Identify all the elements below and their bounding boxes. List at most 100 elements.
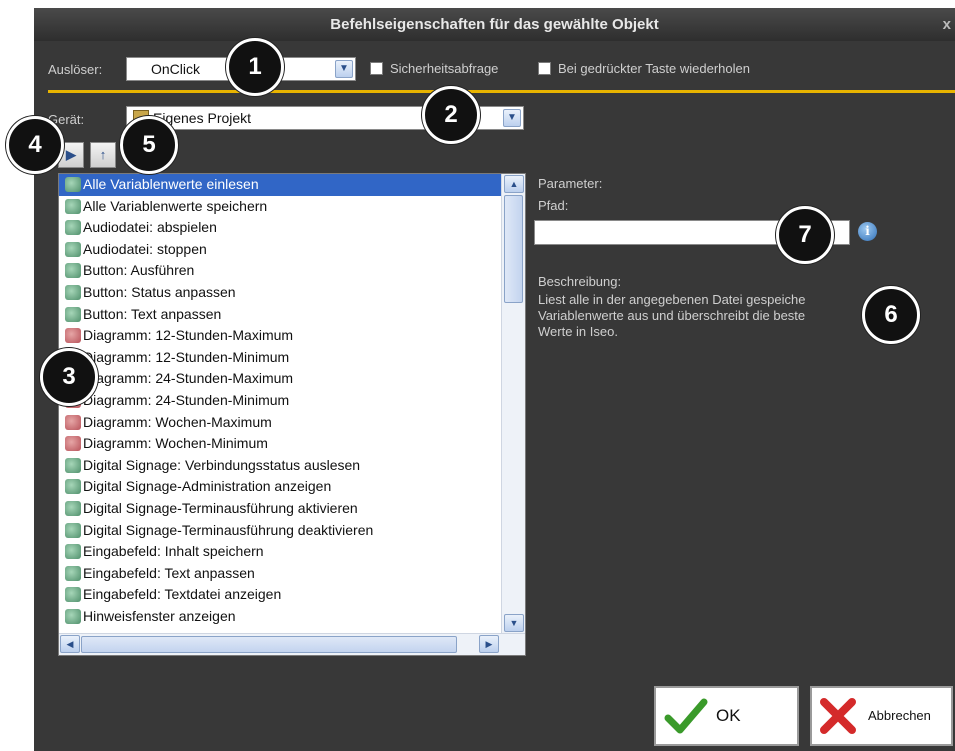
vertical-scrollbar[interactable]: ▲ ▼ xyxy=(501,174,525,633)
list-item[interactable]: Hinweisfenster anzeigen xyxy=(59,606,502,628)
repeat-on-hold-label: Bei gedrückter Taste wiederholen xyxy=(558,61,750,76)
list-item[interactable]: Digital Signage-Terminausführung deaktiv… xyxy=(59,520,502,542)
title-bar: Befehlseigenschaften für das gewählte Ob… xyxy=(34,8,955,41)
list-item-label: Alle Variablenwerte einlesen xyxy=(83,176,259,192)
diagram-command-icon xyxy=(65,328,81,344)
list-item[interactable]: Diagramm: 24-Stunden-Minimum xyxy=(59,390,502,412)
list-item-label: Digital Signage: Verbindungsstatus ausle… xyxy=(83,456,361,473)
callout-6: 6 xyxy=(862,286,920,344)
play-icon: ▶ xyxy=(66,147,76,162)
repeat-on-hold-checkbox[interactable] xyxy=(538,62,551,75)
list-item[interactable]: Audiodatei: stoppen xyxy=(59,239,502,261)
diagram-command-icon xyxy=(65,414,81,430)
ok-button[interactable]: OK xyxy=(654,686,799,746)
command-icon xyxy=(65,284,81,300)
list-item[interactable]: Digital Signage-Terminausführung aktivie… xyxy=(59,498,502,520)
callout-5: 5 xyxy=(120,116,178,174)
list-item-label: Diagramm: 24-Stunden-Minimum xyxy=(83,391,290,408)
callout-2: 2 xyxy=(422,86,480,144)
cancel-button[interactable]: Abbrechen xyxy=(810,686,953,746)
close-icon[interactable]: x xyxy=(943,8,951,41)
callout-7: 7 xyxy=(776,206,834,264)
sort-button[interactable]: ↑ xyxy=(90,142,116,168)
list-item[interactable]: Alle Variablenwerte speichern xyxy=(59,196,502,218)
list-item[interactable]: Diagramm: Wochen-Minimum xyxy=(59,433,502,455)
description-text: Liest alle in der angegebenen Datei gesp… xyxy=(538,292,806,339)
list-item-label: Diagramm: 24-Stunden-Maximum xyxy=(83,370,294,387)
list-item-label: Hinweisfenster anzeigen xyxy=(83,607,236,624)
trigger-label: Auslöser: xyxy=(48,62,103,77)
list-item-label: Digital Signage-Terminausführung aktivie… xyxy=(83,499,358,516)
command-icon xyxy=(65,587,81,603)
list-item[interactable]: Digital Signage-Administration anzeigen xyxy=(59,476,502,498)
sort-az-icon: ↑ xyxy=(99,147,107,162)
list-item-label: Button: Ausführen xyxy=(83,262,195,279)
list-item[interactable]: Digital Signage: Verbindungsstatus ausle… xyxy=(59,455,502,477)
command-icon xyxy=(65,565,81,581)
command-icon xyxy=(65,522,81,538)
list-item-label: Button: Status anpassen xyxy=(83,283,236,300)
command-list[interactable]: Alle Variablenwerte einlesen Alle Variabl… xyxy=(58,173,526,656)
command-icon xyxy=(65,198,81,214)
list-item[interactable]: Button: Status anpassen xyxy=(59,282,502,304)
accent-divider xyxy=(48,90,955,93)
path-label: Pfad: xyxy=(538,198,569,213)
list-item[interactable]: Eingabefeld: Inhalt speichern xyxy=(59,541,502,563)
list-item[interactable]: Eingabefeld: Text anpassen xyxy=(59,563,502,585)
list-item[interactable]: Diagramm: 12-Stunden-Minimum xyxy=(59,347,502,369)
list-item[interactable]: Eingabefeld: Textdatei anzeigen xyxy=(59,584,502,606)
list-item-label: Audiodatei: abspielen xyxy=(83,219,217,236)
diagram-command-icon xyxy=(65,436,81,452)
command-icon xyxy=(65,457,81,473)
command-icon xyxy=(65,306,81,322)
list-item[interactable]: Button: Text anpassen xyxy=(59,304,502,326)
info-icon[interactable]: i xyxy=(858,222,877,241)
list-item-label: Eingabefeld: Textdatei anzeigen xyxy=(83,586,282,603)
chevron-down-icon[interactable]: ▼ xyxy=(503,109,521,127)
command-icon xyxy=(65,263,81,279)
list-item[interactable]: Alle Variablenwerte einlesen xyxy=(59,174,502,196)
list-item-label: Button: Text anpassen xyxy=(83,305,222,322)
scroll-down-icon[interactable]: ▼ xyxy=(504,614,524,632)
list-item[interactable]: Diagramm: Wochen-Maximum xyxy=(59,412,502,434)
list-item-label: Diagramm: 12-Stunden-Minimum xyxy=(83,348,290,365)
command-properties-dialog: Befehlseigenschaften für das gewählte Ob… xyxy=(34,8,955,751)
command-icon xyxy=(65,479,81,495)
safety-prompt-checkbox[interactable] xyxy=(370,62,383,75)
dialog-title: Befehlseigenschaften für das gewählte Ob… xyxy=(330,16,659,33)
command-icon xyxy=(65,220,81,236)
command-icon xyxy=(65,544,81,560)
scroll-right-icon[interactable]: ▶ xyxy=(479,635,499,653)
list-item-label: Eingabefeld: Text anpassen xyxy=(83,564,255,581)
list-item-label: Alle Variablenwerte speichern xyxy=(83,197,268,214)
chevron-down-icon[interactable]: ▼ xyxy=(335,60,353,78)
callout-1: 1 xyxy=(226,38,284,96)
list-item[interactable]: Diagramm: 24-Stunden-Maximum xyxy=(59,368,502,390)
list-item-label: Diagramm: 12-Stunden-Maximum xyxy=(83,327,294,344)
list-item-label: Audiodatei: stoppen xyxy=(83,240,207,257)
list-item[interactable]: Diagramm: 12-Stunden-Maximum xyxy=(59,325,502,347)
callout-4: 4 xyxy=(6,116,64,174)
command-icon xyxy=(65,241,81,257)
vertical-scroll-thumb[interactable] xyxy=(504,195,523,303)
list-item-label: Digital Signage-Administration anzeigen xyxy=(83,478,332,495)
list-item-label: Diagramm: Wochen-Maximum xyxy=(83,413,272,430)
safety-prompt-label: Sicherheitsabfrage xyxy=(390,61,499,76)
command-list-items: Alle Variablenwerte einlesen Alle Variabl… xyxy=(59,174,502,633)
horizontal-scrollbar[interactable]: ◀ ▶ xyxy=(59,633,525,655)
horizontal-scroll-thumb[interactable] xyxy=(81,636,457,653)
list-item-label: Digital Signage-Terminausführung deaktiv… xyxy=(83,521,374,538)
check-icon xyxy=(664,698,708,734)
list-item-label: Eingabefeld: Inhalt speichern xyxy=(83,543,264,560)
scroll-left-icon[interactable]: ◀ xyxy=(60,635,80,653)
command-icon xyxy=(65,608,81,624)
command-icon xyxy=(65,500,81,516)
list-item[interactable]: Audiodatei: abspielen xyxy=(59,217,502,239)
trigger-value: OnClick xyxy=(151,61,201,77)
cancel-x-icon xyxy=(820,698,856,734)
list-item[interactable]: Button: Ausführen xyxy=(59,260,502,282)
cancel-label: Abbrechen xyxy=(868,708,931,723)
parameter-heading: Parameter: xyxy=(538,176,603,191)
command-icon xyxy=(65,177,81,192)
scroll-up-icon[interactable]: ▲ xyxy=(504,175,524,193)
